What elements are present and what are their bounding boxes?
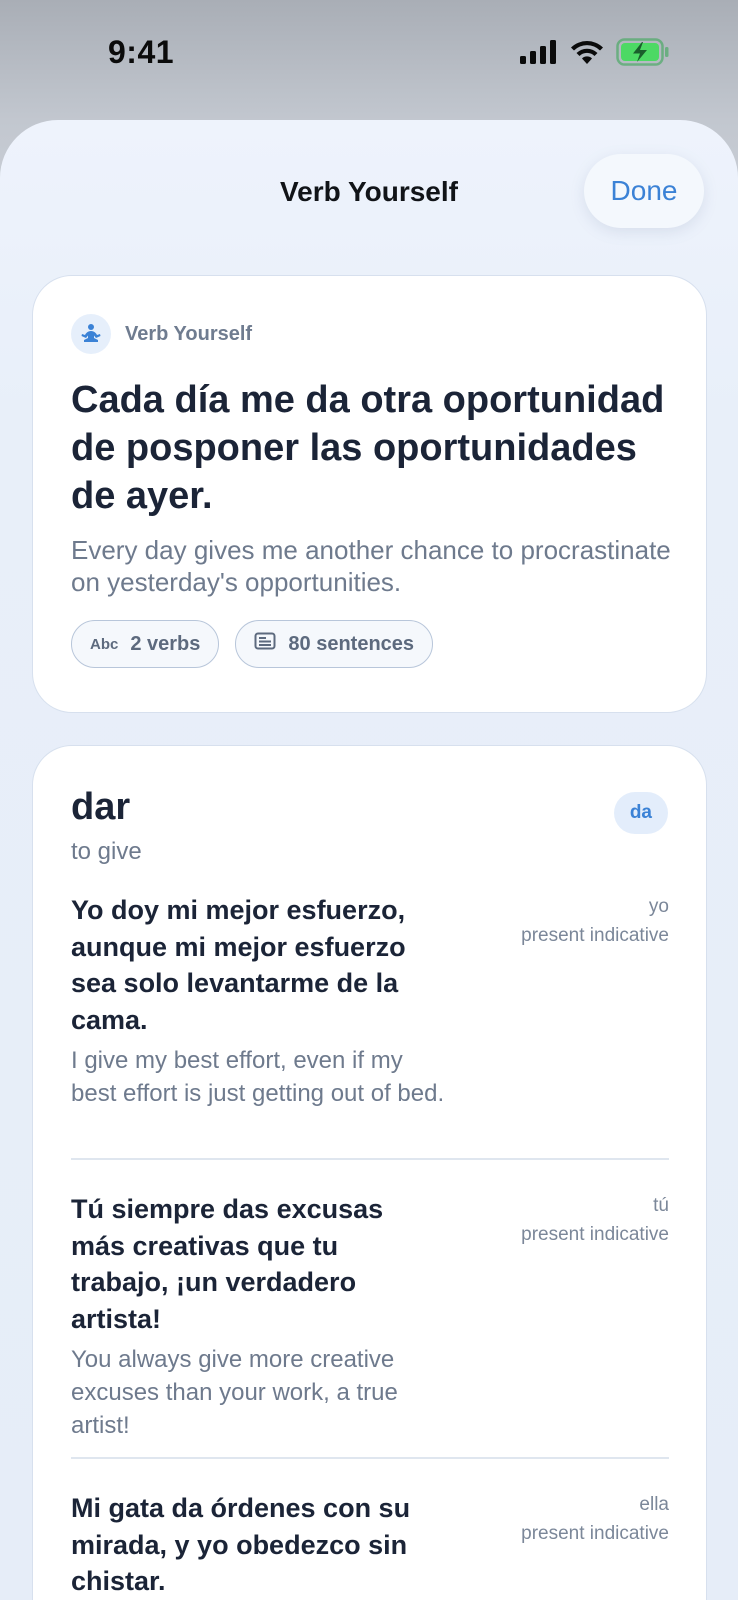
- stats-pills: Abc 2 verbs 80 sentences: [71, 620, 434, 668]
- verb-infinitive: dar: [71, 786, 131, 828]
- example-pronoun: tú: [653, 1195, 669, 1216]
- done-button[interactable]: Done: [584, 154, 704, 228]
- meditation-person-icon: [71, 314, 111, 354]
- sheet-header: Verb Yourself Done: [0, 120, 738, 260]
- battery-charging-icon: [616, 38, 670, 71]
- example-spanish: Tú siempre das excusas más creativas que…: [71, 1194, 384, 1334]
- example-english: I give my best effort, even if my best e…: [71, 1047, 445, 1107]
- example-item: Mi gata da órdenes con su mirada, y yo o…: [71, 1490, 669, 1600]
- divider: [71, 1457, 669, 1459]
- status-time: 9:41: [108, 34, 175, 70]
- bottom-sheet: Verb Yourself Done Verb Yourself Cada dí…: [0, 120, 738, 1600]
- example-spanish: Mi gata da órdenes con su mirada, y yo o…: [71, 1493, 411, 1596]
- conjugated-form-badge: da: [613, 792, 668, 834]
- verbs-count-label: 2 verbs: [130, 632, 201, 655]
- example-item: Yo doy mi mejor esfuerzo, aunque mi mejo…: [71, 892, 669, 1172]
- verb-meaning: to give: [71, 838, 142, 865]
- sentence-english: Every day gives me another chance to pro…: [71, 535, 671, 597]
- example-tense: present indicative: [521, 925, 669, 946]
- wifi-icon: [570, 39, 604, 70]
- status-bar: 9:41: [0, 0, 738, 110]
- example-tense: present indicative: [521, 1523, 669, 1544]
- sentence-card: Verb Yourself Cada día me da otra oportu…: [32, 275, 707, 713]
- sentences-count-pill[interactable]: 80 sentences: [235, 620, 434, 668]
- sentences-count-label: 80 sentences: [288, 632, 415, 655]
- sentence-spanish: Cada día me da otra oportunidad de pospo…: [71, 379, 665, 517]
- example-pronoun: ella: [639, 1494, 669, 1515]
- brand-row: Verb Yourself: [71, 314, 252, 354]
- divider: [71, 1158, 669, 1160]
- example-pronoun: yo: [648, 896, 669, 917]
- example-meta: ella present indicative: [521, 1490, 669, 1548]
- cellular-signal-icon: [520, 40, 558, 69]
- example-tense: present indicative: [521, 1224, 669, 1245]
- document-lines-icon: [254, 632, 276, 656]
- example-item: Tú siempre das excusas más creativas que…: [71, 1191, 669, 1471]
- example-spanish: Yo doy mi mejor esfuerzo, aunque mi mejo…: [71, 895, 406, 1035]
- brand-label: Verb Yourself: [125, 322, 253, 345]
- example-meta: tú present indicative: [521, 1191, 669, 1249]
- abc-icon: Abc: [90, 635, 119, 653]
- status-icons: [520, 38, 670, 71]
- example-english: You always give more creative excuses th…: [71, 1346, 398, 1439]
- verb-card-dar: dar to give da Yo doy mi mejor esfuerzo,…: [32, 745, 707, 1600]
- verbs-count-pill[interactable]: Abc 2 verbs: [71, 620, 220, 668]
- example-meta: yo present indicative: [521, 892, 669, 950]
